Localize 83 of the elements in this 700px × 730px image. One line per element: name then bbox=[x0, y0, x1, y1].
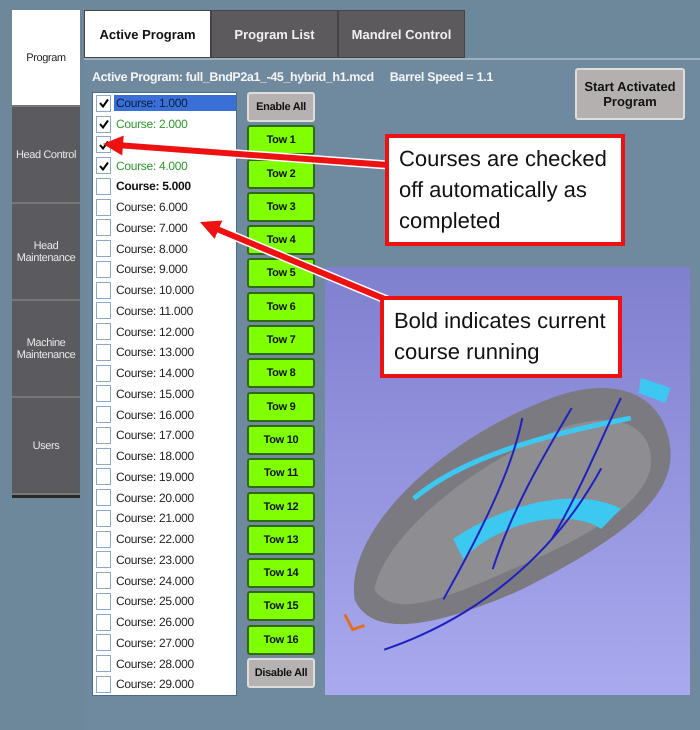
checkbox[interactable] bbox=[96, 614, 111, 631]
checkbox[interactable] bbox=[96, 198, 111, 216]
checkbox[interactable] bbox=[96, 448, 111, 465]
course-item[interactable]: Course: 13.000 bbox=[114, 344, 236, 360]
course-item[interactable]: Course: 23.000 bbox=[114, 552, 236, 568]
start-program-button[interactable]: Start Activated Program bbox=[575, 68, 685, 120]
callout: Bold indicates current course running bbox=[380, 296, 622, 378]
course-item[interactable]: Course: 9.000 bbox=[114, 261, 236, 278]
action-button[interactable]: Enable All bbox=[247, 92, 315, 122]
course-item[interactable]: Course: 19.000 bbox=[114, 468, 236, 485]
checkbox[interactable] bbox=[96, 406, 111, 424]
checkbox[interactable] bbox=[96, 530, 111, 548]
tow-button[interactable]: Tow 8 bbox=[247, 358, 315, 388]
sidebar-tab[interactable]: Program bbox=[12, 10, 80, 107]
tow-button[interactable]: Tow 3 bbox=[247, 192, 315, 222]
course-item[interactable]: Course: 17.000 bbox=[114, 427, 236, 444]
callout: Courses are checked off automatically as completed bbox=[385, 134, 625, 246]
tow-button[interactable]: Tow 1 bbox=[247, 125, 315, 156]
check-icon bbox=[98, 119, 108, 130]
checkbox[interactable] bbox=[96, 551, 111, 568]
checkbox[interactable] bbox=[96, 489, 111, 506]
checkbox[interactable] bbox=[96, 364, 111, 382]
check-icon bbox=[98, 160, 108, 171]
checkbox[interactable] bbox=[96, 634, 111, 652]
checkbox[interactable] bbox=[96, 385, 111, 402]
course-item[interactable]: Course: 16.000 bbox=[114, 406, 236, 423]
course-item[interactable]: Course: 14.000 bbox=[114, 365, 236, 382]
course-item[interactable]: Course: 29.000 bbox=[114, 676, 236, 692]
checkbox[interactable] bbox=[96, 572, 111, 590]
tow-button[interactable]: Tow 10 bbox=[247, 424, 315, 455]
tow-button[interactable]: Tow 11 bbox=[247, 458, 315, 488]
checkbox[interactable] bbox=[96, 344, 111, 361]
check-icon bbox=[98, 98, 108, 108]
tab[interactable]: Active Program bbox=[84, 10, 211, 58]
course-item[interactable]: Course: 10.000 bbox=[114, 282, 236, 298]
checkbox[interactable] bbox=[96, 282, 111, 299]
course-item[interactable]: Course: 4.000 bbox=[114, 158, 236, 174]
checkbox[interactable] bbox=[96, 426, 111, 444]
check-icon bbox=[98, 140, 108, 150]
course-item[interactable]: Course: 20.000 bbox=[114, 490, 236, 506]
course-item[interactable]: Course: 21.000 bbox=[114, 510, 236, 526]
course-item[interactable]: Course: 26.000 bbox=[114, 614, 236, 630]
checkbox[interactable] bbox=[96, 468, 111, 486]
course-item[interactable]: Course: 12.000 bbox=[114, 324, 236, 340]
checkbox[interactable] bbox=[96, 260, 111, 278]
checkbox[interactable] bbox=[96, 676, 111, 693]
course-item[interactable]: Course: 11.000 bbox=[114, 302, 236, 319]
course-item[interactable]: Course: 22.000 bbox=[114, 531, 236, 548]
checkbox[interactable] bbox=[96, 302, 111, 320]
course-item[interactable]: Course: 7.000 bbox=[114, 220, 236, 236]
checkbox[interactable] bbox=[96, 157, 111, 174]
tow-button[interactable]: Tow 12 bbox=[247, 492, 315, 522]
checkbox[interactable] bbox=[96, 510, 111, 527]
course-item[interactable]: Course: 5.000 bbox=[114, 178, 236, 194]
active-program-label: Active Program: full_BndP2a1_-45_hybrid_h1.mcd bbox=[92, 70, 374, 84]
checkbox[interactable] bbox=[96, 655, 111, 672]
course-item[interactable]: Course: 8.000 bbox=[114, 240, 236, 257]
checkbox[interactable] bbox=[96, 94, 111, 112]
tow-button[interactable]: Tow 7 bbox=[247, 325, 315, 356]
tow-button[interactable]: Tow 6 bbox=[247, 292, 315, 322]
checkbox[interactable] bbox=[96, 592, 111, 610]
course-item[interactable]: Course: 28.000 bbox=[114, 656, 236, 672]
tow-button[interactable]: Tow 16 bbox=[247, 624, 315, 655]
barrel-speed-label: Barrel Speed = 1.1 bbox=[390, 70, 494, 84]
course-item[interactable]: Course: 27.000 bbox=[114, 634, 236, 651]
course-item[interactable]: Course: 25.000 bbox=[114, 593, 236, 610]
course-item[interactable]: Course: 15.000 bbox=[114, 386, 236, 402]
tow-button[interactable]: Tow 13 bbox=[247, 524, 315, 555]
action-button[interactable]: Disable All bbox=[247, 658, 315, 688]
course-item[interactable]: Course: 2.000 bbox=[114, 116, 236, 132]
tow-button[interactable]: Tow 9 bbox=[247, 392, 315, 422]
tab[interactable]: Program List bbox=[211, 10, 338, 58]
checkbox[interactable] bbox=[96, 219, 111, 236]
checkbox[interactable] bbox=[96, 323, 111, 340]
course-item[interactable]: Course: 24.000 bbox=[114, 572, 236, 589]
course-item[interactable]: Course: 6.000 bbox=[114, 199, 236, 216]
checkbox[interactable] bbox=[96, 240, 111, 258]
checkbox[interactable] bbox=[96, 116, 111, 133]
tow-button[interactable]: Tow 15 bbox=[247, 591, 315, 622]
tow-button[interactable]: Tow 14 bbox=[247, 558, 315, 588]
checkbox[interactable] bbox=[96, 178, 111, 195]
tab[interactable]: Mandrel Control bbox=[338, 10, 465, 58]
course-item[interactable]: Course: 18.000 bbox=[114, 448, 236, 464]
